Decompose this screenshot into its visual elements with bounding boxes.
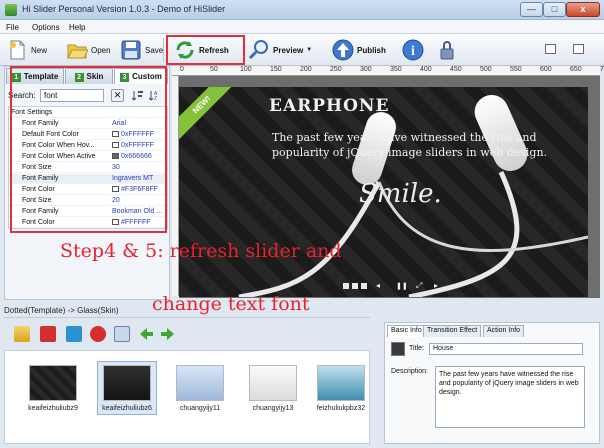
horizontal-ruler: 0 50 100 150 200 250 300 350 400 450 500 550 600 650 7… [172, 66, 604, 76]
ruler-tick-label: 400 [420, 66, 432, 73]
tab-transition-effect[interactable]: Transition Effect [423, 325, 482, 337]
ruler-tick-label: 100 [240, 66, 252, 73]
ruler-tick-label: 350 [390, 66, 402, 73]
tab-basic-info[interactable]: Basic Info [387, 325, 426, 337]
thumbnail-image[interactable] [29, 365, 77, 401]
menu-bar [0, 20, 604, 34]
minimize-button[interactable]: — [520, 2, 543, 17]
thumbnail-label: chuangyijy13 [252, 405, 294, 412]
publish-button-label: Publish [357, 45, 386, 55]
thumbnail-label: feizhuliukpbz32 [316, 405, 366, 412]
preview-dropdown-icon[interactable]: ▼ [306, 47, 312, 53]
menu-options[interactable]: Options [32, 23, 60, 32]
slide-settings-icon[interactable] [114, 326, 130, 342]
ruler-tick-label: 150 [270, 66, 282, 73]
thumbnail-label: chuangyijy11 [179, 405, 221, 412]
step-annotation-line2: change text font [152, 293, 310, 315]
slide-thumbnail-mini [391, 342, 405, 356]
add-youtube-icon[interactable] [40, 326, 56, 342]
slider-fullscreen-icon[interactable]: ⤢ [416, 281, 422, 291]
description-label: Description: [391, 368, 428, 375]
publish-arrow-icon [332, 39, 354, 61]
slide-description: The past few years have witnessed the ri… [272, 131, 548, 159]
ruler-tick-label: 550 [510, 66, 522, 73]
open-button[interactable]: Open [66, 36, 111, 64]
slide-preview: NEW! EARPHONE The past few years have wi… [179, 87, 588, 297]
thumbnail-image[interactable] [249, 365, 297, 401]
maximize-button[interactable]: □ [543, 2, 566, 17]
ruler-tick-label: 250 [330, 66, 342, 73]
folder-open-icon [67, 44, 88, 59]
move-left-icon[interactable] [138, 326, 154, 342]
slide-title: EARPHONE [269, 96, 390, 116]
new-button-label: New [31, 45, 48, 55]
lock-icon [440, 41, 454, 60]
add-image-icon[interactable] [14, 326, 30, 342]
layout-toggle-icon[interactable] [545, 44, 556, 54]
thumbnail-image[interactable] [176, 365, 224, 401]
slide-info-panel: Basic Info Transition Effect Action Info… [384, 322, 600, 444]
magnifier-icon [248, 40, 268, 60]
delete-slide-icon[interactable] [90, 326, 106, 342]
custom-settings-highlight-box [10, 66, 167, 233]
title-input[interactable]: House [429, 343, 583, 355]
add-vimeo-icon[interactable] [66, 326, 82, 342]
lock-button[interactable] [436, 36, 458, 64]
nav-dot[interactable] [352, 283, 358, 289]
save-button[interactable]: Save [120, 36, 163, 64]
ruler-tick-label: 700 [600, 66, 604, 73]
step-annotation-line1: Step4 & 5: refresh slider and [60, 240, 342, 262]
info-icon: i [402, 39, 424, 61]
ruler-tick-label: 500 [480, 66, 492, 73]
ruler-tick-label: 200 [300, 66, 312, 73]
preview-button-label: Preview [273, 45, 304, 55]
app-icon [5, 4, 17, 16]
slider-next-icon[interactable]: ▸ [434, 281, 438, 290]
new-button[interactable]: New [6, 36, 47, 64]
menu-file[interactable]: File [6, 23, 19, 32]
nav-dot[interactable] [361, 283, 367, 289]
new-file-icon [10, 40, 25, 60]
open-button-label: Open [91, 45, 111, 55]
preview-button[interactable]: Preview ▼ [248, 36, 312, 64]
fullscreen-toggle-icon[interactable] [573, 44, 584, 54]
slider-pause-icon[interactable]: ❚❚ [396, 282, 408, 290]
ruler-tick-label: 300 [360, 66, 372, 73]
vertical-ruler [172, 76, 179, 296]
slide-tagline: Smile. [359, 179, 442, 209]
thumbnail-label: keaifeizhuliubz6 [102, 405, 152, 412]
move-right-icon[interactable] [160, 326, 176, 342]
ruler-tick-label: 650 [570, 66, 582, 73]
thumbnail-image[interactable] [103, 365, 151, 401]
thumbnail-label: keaifeizhuliubz9 [28, 405, 78, 412]
ruler-tick-label: 50 [210, 66, 218, 73]
window-title: Hi Slider Personal Version 1.0.3 - Demo … [22, 4, 226, 14]
tab-action-info[interactable]: Action Info [483, 325, 525, 337]
close-button[interactable]: x [566, 2, 600, 17]
slide-thumbnails: keaifeizhuliubz9 keaifeizhuliubz6 chuang… [4, 350, 370, 444]
refresh-highlight-box [166, 35, 245, 65]
title-label: Title: [409, 345, 424, 352]
ruler-tick-label: 0 [180, 66, 184, 73]
info-glyph: i [411, 44, 415, 59]
save-button-label: Save [145, 45, 164, 55]
ruler-tick-label: 600 [540, 66, 552, 73]
menu-help[interactable]: Help [69, 23, 85, 32]
nav-dot[interactable] [343, 283, 349, 289]
info-button[interactable]: i [402, 36, 424, 64]
description-input[interactable]: The past few years have witnessed the ri… [435, 366, 585, 428]
thumbnail-image[interactable] [317, 365, 365, 401]
publish-button[interactable]: Publish [332, 36, 386, 64]
ruler-tick-label: 450 [450, 66, 462, 73]
slider-prev-icon[interactable]: ◂ [376, 281, 380, 290]
save-disk-icon [121, 40, 141, 60]
slide-list-toolbar [4, 322, 370, 348]
toolbar-separator [163, 38, 164, 62]
